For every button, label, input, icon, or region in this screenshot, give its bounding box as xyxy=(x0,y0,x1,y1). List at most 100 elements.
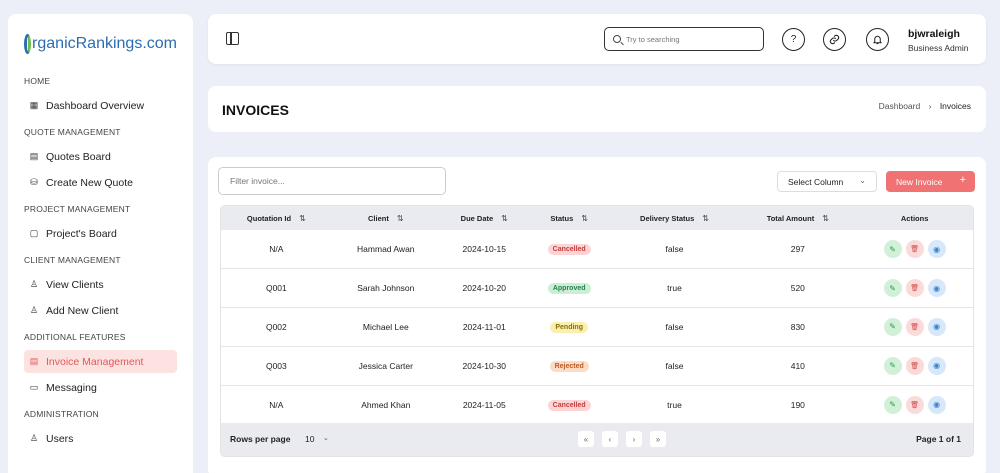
sort-icon[interactable]: ⇅ xyxy=(581,214,588,223)
sidebar-item-users[interactable]: ♙ Users xyxy=(24,427,177,450)
sidebar-item-label: View Clients xyxy=(46,278,104,291)
sort-icon[interactable]: ⇅ xyxy=(702,214,709,223)
new-invoice-label: New Invoice xyxy=(896,176,943,187)
sidebar-item-invoice-management[interactable]: ▤ Invoice Management xyxy=(24,350,177,373)
trash-icon: 🗑 xyxy=(910,246,920,254)
logo-mark-icon xyxy=(24,34,32,54)
rows-per-page-select[interactable]: 10 xyxy=(305,434,314,444)
delete-button[interactable]: 🗑 xyxy=(905,395,924,414)
sort-icon[interactable]: ⇅ xyxy=(299,214,306,223)
bell-icon xyxy=(873,35,882,45)
column-header: Actions xyxy=(856,206,973,230)
table-header-row: Quotation Id ⇅ Client ⇅ Due Date ⇅ Status ⇅ Deli… xyxy=(221,206,973,230)
column-header[interactable]: Due Date ⇅ xyxy=(440,206,529,230)
chevron-down-icon[interactable]: ⌄ xyxy=(323,434,329,442)
view-button[interactable]: ◉ xyxy=(927,240,946,259)
next-page-button[interactable]: › xyxy=(626,431,642,447)
first-page-button[interactable]: « xyxy=(578,431,594,447)
column-header[interactable]: Status ⇅ xyxy=(529,206,610,230)
column-header-label: Quotation Id xyxy=(246,213,292,223)
pencil-icon: ✎ xyxy=(889,361,896,371)
chevron-left-icon: ‹ xyxy=(608,434,612,444)
status-cell: Approved xyxy=(529,269,610,308)
new-invoice-button[interactable]: New Invoice + xyxy=(886,171,975,192)
actions-cell: ✎ 🗑 ◉ xyxy=(856,230,973,269)
status-cell: Rejected xyxy=(529,346,610,385)
status-badge: Cancelled xyxy=(547,244,591,256)
column-header[interactable]: Quotation Id ⇅ xyxy=(221,206,332,230)
filter-invoice-input[interactable] xyxy=(218,167,446,195)
breadcrumb-dashboard[interactable]: Dashboard xyxy=(879,101,921,111)
select-column-label: Select Column xyxy=(788,176,844,187)
help-button[interactable]: ? xyxy=(782,28,805,51)
column-header[interactable]: Client ⇅ xyxy=(332,206,440,230)
delete-button[interactable]: 🗑 xyxy=(905,317,924,336)
column-header-label: Actions xyxy=(900,213,929,223)
pagination-bar: Rows per page 10 ⌄ « ‹ › » Page 1 of 1 xyxy=(220,423,974,457)
actions-cell: ✎ 🗑 ◉ xyxy=(856,346,973,385)
edit-button[interactable]: ✎ xyxy=(883,317,902,336)
sidebar-item-dashboard-overview[interactable]: ▦ Dashboard Overview xyxy=(24,94,177,117)
view-button[interactable]: ◉ xyxy=(927,395,946,414)
user-info[interactable]: bjwraleigh Business Admin xyxy=(908,28,968,53)
column-header-label: Total Amount xyxy=(766,213,815,223)
sort-icon[interactable]: ⇅ xyxy=(822,214,829,223)
sidebar-section-title: PROJECT MANAGEMENT xyxy=(24,204,131,214)
invoice-card: Select Column ⌄ New Invoice + Quotation … xyxy=(208,157,986,473)
cell-client: Michael Lee xyxy=(362,321,409,332)
sidebar-item-project-s-board[interactable]: ▢ Project's Board xyxy=(24,222,177,245)
sidebar-item-add-new-client[interactable]: ♙ Add New Client xyxy=(24,299,177,322)
sidebar-item-create-new-quote[interactable]: ⛁ Create New Quote xyxy=(24,171,177,194)
table-row: Q002 Michael Lee 2024-11-01 Pending false 830… xyxy=(221,308,973,347)
select-column-dropdown[interactable]: Select Column ⌄ xyxy=(777,171,877,192)
delete-button[interactable]: 🗑 xyxy=(905,356,924,375)
column-header[interactable]: Total Amount ⇅ xyxy=(739,206,856,230)
eye-icon: ◉ xyxy=(933,361,941,371)
sidebar-item-messaging[interactable]: ▭ Messaging xyxy=(24,376,177,399)
sort-icon[interactable]: ⇅ xyxy=(397,214,404,223)
cell-total: 410 xyxy=(790,360,805,371)
link-button[interactable] xyxy=(823,28,846,51)
cell-id: N/A xyxy=(269,399,284,410)
chevron-right-icon: › xyxy=(632,434,636,444)
edit-button[interactable]: ✎ xyxy=(883,356,902,375)
edit-button[interactable]: ✎ xyxy=(883,240,902,259)
user-plus-icon: ♙ xyxy=(29,305,39,315)
view-button[interactable]: ◉ xyxy=(927,317,946,336)
sidebar: rganicRankings.com HOME ▦ Dashboard Overvi… xyxy=(8,14,193,473)
view-button[interactable]: ◉ xyxy=(927,356,946,375)
sidebar-item-quotes-board[interactable]: ▤ Quotes Board xyxy=(24,145,177,168)
link-icon xyxy=(829,34,840,45)
sidebar-item-view-clients[interactable]: ♙ View Clients xyxy=(24,273,177,296)
view-button[interactable]: ◉ xyxy=(927,279,946,298)
cell-delivery: false xyxy=(665,321,684,332)
table-row: N/A Hammad Awan 2024-10-15 Cancelled false 29… xyxy=(221,230,973,269)
logo-text: rganicRankings.com xyxy=(32,35,177,52)
last-page-button[interactable]: » xyxy=(650,431,666,447)
clipboard-icon: ▢ xyxy=(29,228,39,238)
edit-button[interactable]: ✎ xyxy=(883,279,902,298)
table-body: N/A Hammad Awan 2024-10-15 Cancelled false 29… xyxy=(221,230,973,424)
breadcrumb-invoices: Invoices xyxy=(939,101,971,111)
search-box[interactable] xyxy=(604,27,764,51)
sidebar-section-title: QUOTE MANAGEMENT xyxy=(24,127,121,137)
sidebar-item-label: Dashboard Overview xyxy=(46,99,145,112)
column-header[interactable]: Delivery Status ⇅ xyxy=(610,206,740,230)
delete-button[interactable]: 🗑 xyxy=(905,279,924,298)
search-icon xyxy=(613,35,621,43)
sidebar-toggle-icon[interactable] xyxy=(226,32,239,45)
cell-due: 2024-11-01 xyxy=(462,321,506,332)
status-cell: Cancelled xyxy=(529,230,610,269)
edit-button[interactable]: ✎ xyxy=(883,395,902,414)
prev-page-button[interactable]: ‹ xyxy=(602,431,618,447)
search-input[interactable] xyxy=(626,34,746,44)
sort-icon[interactable]: ⇅ xyxy=(501,214,508,223)
brand-logo[interactable]: rganicRankings.com xyxy=(24,24,177,64)
status-badge: Cancelled xyxy=(547,399,591,411)
column-header-label: Due Date xyxy=(460,213,494,223)
delete-button[interactable]: 🗑 xyxy=(905,240,924,259)
user-icon: ♙ xyxy=(29,279,39,289)
message-icon: ▭ xyxy=(29,382,39,392)
sidebar-section-title: CLIENT MANAGEMENT xyxy=(24,255,121,265)
notifications-button[interactable] xyxy=(866,28,889,51)
